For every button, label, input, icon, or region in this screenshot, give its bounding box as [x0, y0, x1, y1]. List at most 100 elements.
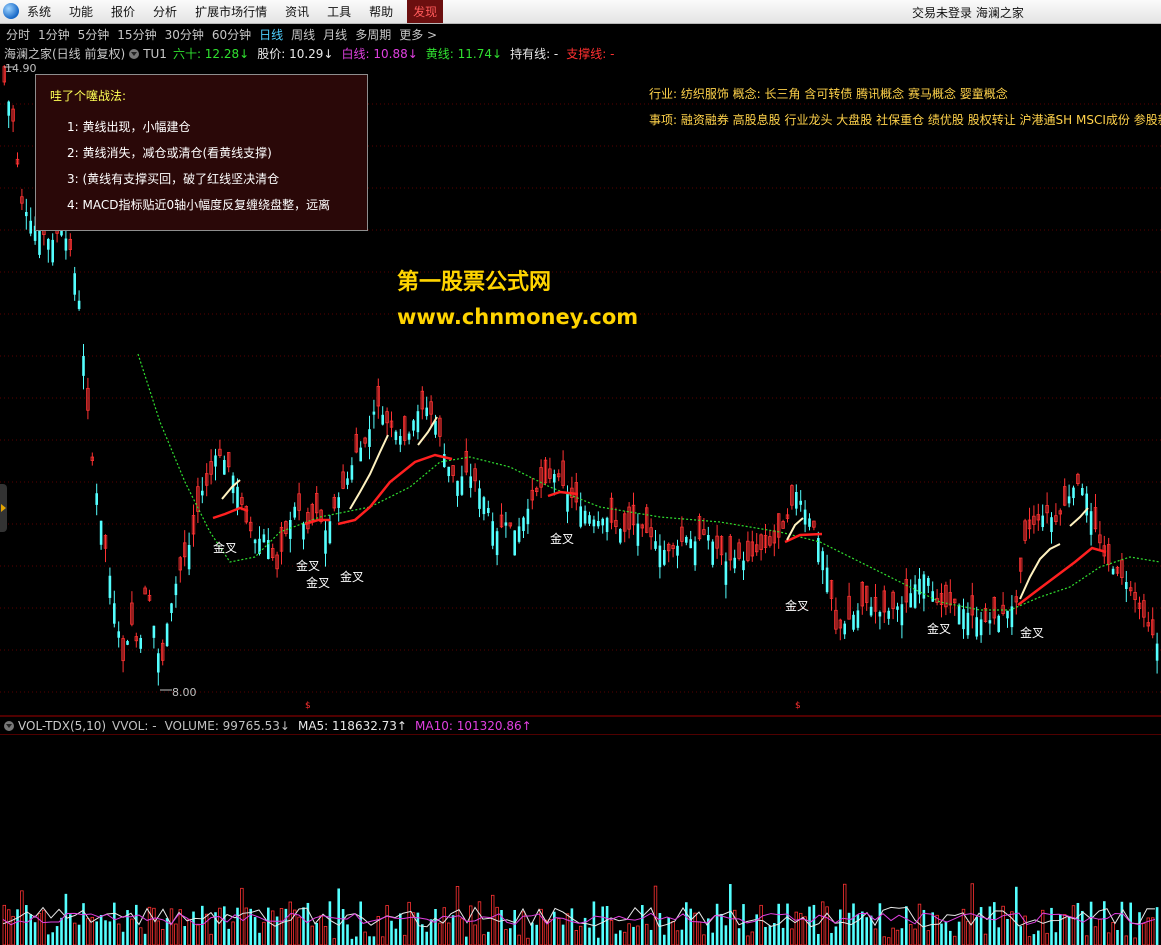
candle-body	[1155, 643, 1159, 661]
period-tab[interactable]: 30分钟	[165, 26, 204, 43]
volume-bar	[468, 905, 473, 945]
volume-bar	[935, 914, 939, 945]
candle-body	[1072, 487, 1075, 499]
volume-bar	[192, 911, 195, 945]
volume-bar	[465, 936, 468, 945]
volume-bar	[1085, 935, 1089, 945]
candle-body	[412, 420, 415, 431]
period-tab[interactable]: 分时	[6, 26, 30, 43]
period-tab[interactable]: 周线	[291, 26, 315, 43]
volume-bar	[460, 918, 464, 945]
menu-item[interactable]: 分析	[153, 3, 177, 20]
volume-bar	[487, 931, 490, 945]
volume-bar	[561, 924, 565, 945]
support-red-line	[337, 453, 453, 526]
volume-chart[interactable]	[0, 734, 1161, 945]
volume-dropdown-icon[interactable]	[4, 721, 14, 731]
volume-bar	[909, 924, 913, 945]
candle-body	[460, 476, 464, 495]
menu-item[interactable]: 扩展市场行情	[195, 3, 267, 20]
candle-body	[685, 537, 688, 543]
period-tab[interactable]: 15分钟	[117, 26, 156, 43]
volume-bar	[204, 913, 209, 945]
indicator-field: MA10: 101320.86↑	[415, 719, 532, 733]
volume-bar	[16, 909, 19, 945]
candle-body	[482, 497, 486, 515]
golden-cross-label: 金叉	[213, 541, 238, 555]
menu-item[interactable]: 发现	[407, 0, 444, 23]
period-tab[interactable]: 5分钟	[78, 26, 110, 43]
volume-bar	[513, 909, 516, 945]
volume-bar	[69, 914, 72, 945]
period-tab[interactable]: 1分钟	[38, 26, 70, 43]
menu-item[interactable]: 系统	[27, 3, 51, 20]
strategy-popup: 哇了个噻战法: 1: 黄线出现，小幅建仓 2: 黄线消失，减仓或清仓(看黄线支撑…	[35, 74, 368, 231]
candle-body	[407, 433, 411, 440]
indicator-name[interactable]: TU1	[143, 47, 167, 61]
candle-body	[139, 638, 142, 649]
period-tab[interactable]: 60分钟	[212, 26, 251, 43]
period-tab[interactable]: 日线	[259, 26, 283, 43]
candle-body	[381, 414, 384, 425]
volume-bar	[1155, 907, 1159, 945]
golden-cross-label: 金叉	[927, 622, 952, 636]
volume-bar	[531, 922, 534, 945]
volume-bar	[830, 932, 833, 945]
volume-bar	[839, 909, 842, 945]
candle-body	[526, 508, 530, 525]
menu-item[interactable]: 报价	[111, 3, 135, 20]
volume-indicator-name[interactable]: VOL-TDX(5,10)	[18, 719, 106, 733]
candle-body	[988, 620, 992, 624]
candle-body	[869, 606, 873, 616]
volume-bar	[957, 921, 961, 945]
candle-body	[592, 519, 596, 527]
volume-bar	[1076, 902, 1080, 945]
volume-bar	[944, 921, 948, 945]
period-tab[interactable]: 更多 >	[399, 26, 437, 43]
volume-bar	[759, 904, 763, 945]
volume-bar	[490, 894, 495, 945]
candle-body	[821, 551, 824, 571]
expand-handle-icon[interactable]	[0, 484, 7, 532]
volume-bar	[966, 920, 970, 945]
volume-bar	[174, 923, 178, 945]
popup-item: 2: 黄线消失，减仓或清仓(看黄线支撑)	[67, 146, 272, 160]
volume-bar	[882, 936, 886, 945]
period-tab[interactable]: 月线	[323, 26, 347, 43]
volume-bar	[1116, 929, 1119, 945]
candle-body	[7, 101, 10, 116]
menu-item[interactable]: 功能	[69, 3, 93, 20]
candle-body	[707, 535, 710, 541]
volume-bar	[310, 925, 314, 945]
golden-cross-label: 金叉	[1020, 626, 1045, 640]
menu-item[interactable]: 帮助	[369, 3, 393, 20]
candle-body	[201, 490, 204, 496]
candle-body	[469, 476, 472, 488]
candle-body	[1006, 610, 1009, 619]
volume-bar	[592, 901, 596, 945]
volume-bar	[847, 912, 851, 945]
volume-bar	[368, 936, 371, 945]
volume-bar	[1041, 909, 1045, 945]
volume-bar	[363, 931, 367, 945]
indicator-dropdown-icon[interactable]	[129, 48, 140, 59]
candle-body	[117, 631, 120, 638]
volume-bar	[535, 924, 538, 945]
volume-bar	[1081, 910, 1084, 945]
menu-item[interactable]: 资讯	[285, 3, 309, 20]
volume-bar	[689, 908, 692, 945]
volume-bar	[619, 930, 622, 945]
volume-bar	[645, 923, 649, 945]
volume-bar	[557, 918, 561, 945]
menu-item[interactable]: 工具	[327, 3, 351, 20]
period-tab[interactable]: 多周期	[355, 26, 391, 43]
volume-bar	[623, 931, 627, 945]
volume-bar	[671, 921, 675, 945]
volume-bar	[1019, 926, 1022, 945]
candle-body	[619, 529, 622, 543]
candle-body	[47, 239, 50, 250]
volume-bar	[817, 933, 820, 945]
volume-bar	[279, 908, 284, 945]
volume-bar	[390, 920, 393, 945]
volume-bar	[346, 924, 349, 945]
